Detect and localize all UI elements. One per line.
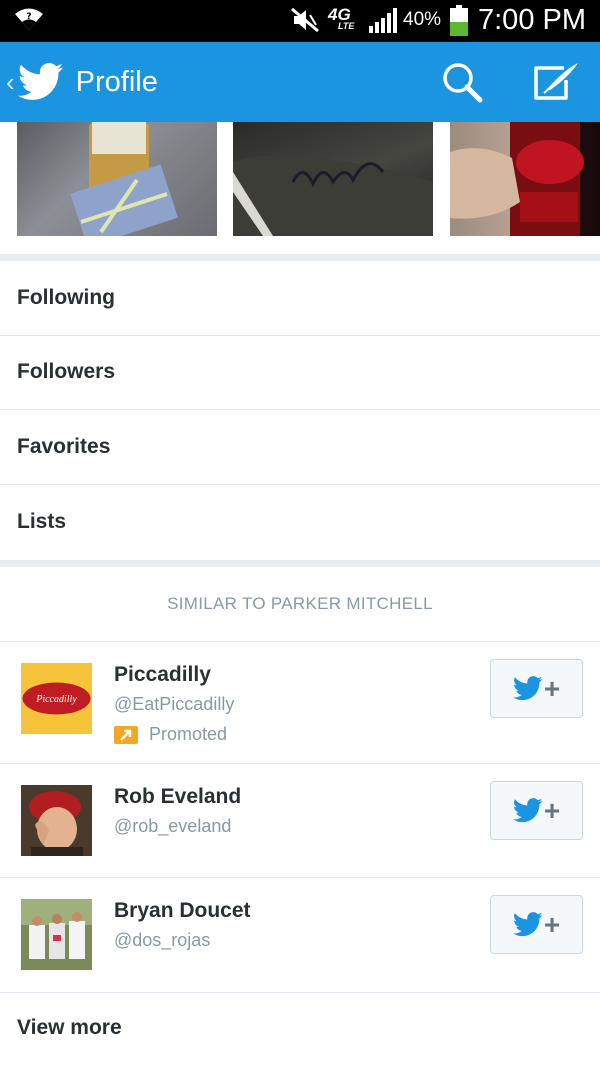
user-name: Piccadilly: [114, 663, 211, 686]
suggested-user-row[interactable]: Bryan Doucet @dos_rojas +: [0, 878, 600, 993]
user-handle: @dos_rojas: [114, 930, 211, 950]
menu-item-followers[interactable]: Followers: [0, 336, 600, 410]
suggested-user-row[interactable]: Piccadilly Piccadilly @EatPiccadilly Pro…: [0, 642, 600, 764]
menu-item-following[interactable]: Following: [0, 261, 600, 336]
svg-text:?: ?: [26, 12, 31, 22]
media-thumbnail[interactable]: [233, 122, 433, 236]
search-icon[interactable]: [440, 60, 484, 104]
media-image: [450, 122, 584, 236]
signal-strength-icon: [369, 8, 397, 33]
network-indicator: 4G LTE: [328, 6, 354, 31]
chevron-left-icon: ‹: [6, 66, 15, 97]
twitter-bird-icon: [17, 63, 63, 100]
avatar-image: [21, 785, 92, 856]
promoted-label: Promoted: [114, 724, 227, 745]
plus-icon: +: [543, 794, 561, 826]
user-handle: @EatPiccadilly: [114, 694, 235, 714]
back-button[interactable]: ‹ Profile: [6, 42, 158, 122]
menu-item-favorites[interactable]: Favorites: [0, 410, 600, 485]
view-more-link[interactable]: View more: [17, 1016, 122, 1040]
media-image: [70, 122, 178, 236]
follow-button[interactable]: +: [490, 895, 583, 954]
section-divider: [0, 254, 600, 261]
similar-section-header: SIMILAR TO PARKER MITCHELL: [0, 567, 600, 642]
avatar[interactable]: [21, 785, 92, 856]
page-title: Profile: [75, 65, 158, 98]
plus-icon: +: [543, 908, 561, 940]
user-name: Bryan Doucet: [114, 899, 251, 922]
media-strip: [0, 122, 600, 254]
twitter-bird-icon: [512, 798, 543, 823]
menu-item-label: Followers: [17, 360, 116, 384]
clock: 7:00 PM: [478, 4, 586, 36]
status-bar: ? 4G LTE 40% 7:00 PM: [0, 0, 600, 42]
piccadilly-logo-text: Piccadilly: [35, 694, 77, 705]
section-divider: [0, 560, 600, 567]
mute-icon: [291, 7, 319, 33]
battery-icon: [450, 5, 468, 36]
avatar-image: [21, 899, 92, 970]
twitter-bird-icon: [512, 676, 543, 701]
app-bar: ‹ Profile: [0, 42, 600, 122]
avatar[interactable]: Piccadilly: [21, 663, 92, 734]
compose-icon[interactable]: [530, 60, 580, 104]
menu-item-label: Following: [17, 285, 115, 309]
profile-menu: Following Followers Favorites Lists: [0, 261, 600, 559]
battery-percent: 40%: [403, 9, 442, 30]
promoted-text: Promoted: [149, 724, 228, 744]
suggested-user-row[interactable]: Rob Eveland @rob_eveland +: [0, 764, 600, 878]
network-subtype: LTE: [338, 21, 355, 31]
wifi-icon: ?: [15, 8, 43, 30]
menu-item-label: Lists: [17, 509, 67, 533]
avatar[interactable]: [21, 899, 92, 970]
plus-icon: +: [543, 672, 561, 704]
media-image: [233, 155, 433, 236]
promoted-icon: [114, 725, 138, 744]
media-thumbnail[interactable]: [450, 122, 600, 236]
follow-button[interactable]: +: [490, 781, 583, 840]
piccadilly-logo: Piccadilly: [21, 663, 92, 734]
user-handle: @rob_eveland: [114, 816, 232, 836]
media-thumbnail[interactable]: [17, 122, 217, 236]
user-name: Rob Eveland: [114, 785, 242, 808]
menu-item-lists[interactable]: Lists: [0, 485, 600, 560]
follow-button[interactable]: +: [490, 659, 583, 718]
menu-item-label: Favorites: [17, 434, 111, 458]
twitter-bird-icon: [512, 912, 543, 937]
